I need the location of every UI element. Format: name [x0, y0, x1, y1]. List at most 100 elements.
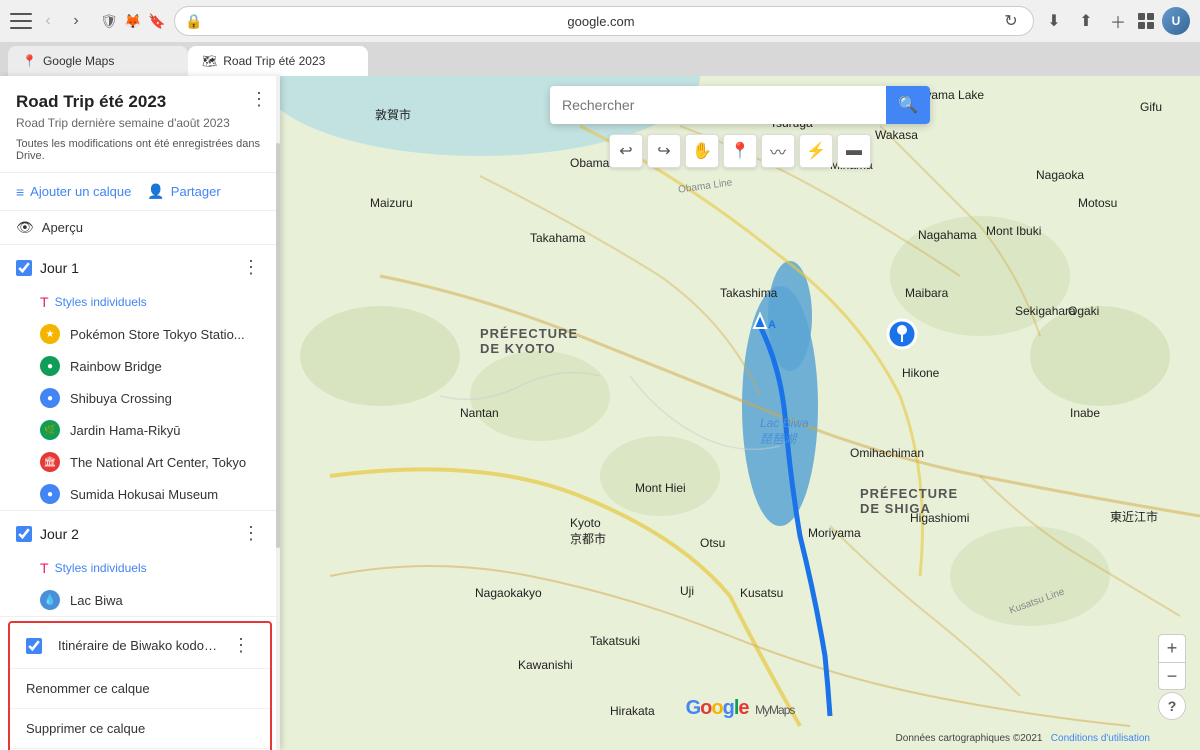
attribution-link[interactable]: Conditions d'utilisation [1051, 733, 1150, 744]
firefox-shield-icon: 🦊 [124, 12, 142, 30]
place-item-shibuya[interactable]: ● Shibuya Crossing [0, 382, 280, 414]
share-button[interactable]: ⬆ [1074, 9, 1098, 33]
context-menu-rename[interactable]: Renommer ce calque [10, 669, 270, 709]
layer-title-jour2: Jour 2 [40, 526, 238, 542]
browser-security-icons: 🛡 🦊 🔖 [100, 12, 166, 30]
context-menu-more-button[interactable]: ⋮ [228, 633, 254, 658]
redo-button[interactable]: ↪ [647, 134, 681, 168]
preview-button[interactable]: 👁 Aperçu [0, 211, 280, 245]
place-name-pokemon: Pokémon Store Tokyo Statio... [70, 327, 245, 342]
tab-favicon-2: 🗺 [202, 54, 217, 68]
address-bar[interactable]: 🔒 google.com ↻ [174, 6, 1034, 36]
place-name-national-art: The National Art Center, Tokyo [70, 455, 246, 470]
pan-tool-button[interactable]: ✋ [685, 134, 719, 168]
place-item-rainbow[interactable]: ● Rainbow Bridge [0, 350, 280, 382]
layer-more-button-jour2[interactable]: ⋮ [238, 521, 264, 546]
add-layer-button[interactable]: ≡ Ajouter un calque [16, 184, 131, 200]
styles-label-jour2: Styles individuels [55, 561, 147, 575]
marker-tool-button[interactable]: 📍 [723, 134, 757, 168]
place-name-shibuya: Shibuya Crossing [70, 391, 172, 406]
place-icon-lac-biwa: 💧 [40, 590, 60, 610]
place-icon-sumida: ● [40, 484, 60, 504]
download-button[interactable]: ⬇ [1042, 9, 1066, 33]
layer-checkbox-jour2[interactable] [16, 526, 32, 542]
map-search-bar: 🔍 [550, 86, 930, 124]
layer-header-jour2[interactable]: Jour 2 ⋮ [0, 511, 280, 556]
place-icon-hama: 🌿 [40, 420, 60, 440]
svg-text:A: A [768, 319, 776, 331]
browser-actions: ⬇ ⬆ ＋ U [1042, 7, 1190, 35]
shape-tool-button[interactable]: ⚡ [799, 134, 833, 168]
tab-title-1: Google Maps [43, 54, 174, 68]
place-item-pokemon[interactable]: ★ Pokémon Store Tokyo Statio... [0, 318, 280, 350]
place-name-lac-biwa: Lac Biwa [70, 593, 123, 608]
back-button[interactable]: ‹ [36, 9, 60, 33]
sidebar-header: Road Trip été 2023 Road Trip dernière se… [0, 76, 280, 173]
avatar[interactable]: U [1162, 7, 1190, 35]
layer-header-jour1[interactable]: Jour 1 ⋮ [0, 245, 280, 290]
context-menu-header: Itinéraire de Biwako kodomo-no k... ⋮ [10, 623, 270, 669]
address-text: google.com [203, 14, 999, 29]
browser-controls: ‹ › [10, 9, 88, 33]
context-menu-title: Itinéraire de Biwako kodomo-no k... [58, 638, 220, 653]
browser-chrome: ‹ › 🛡 🦊 🔖 🔒 google.com ↻ ⬇ ⬆ ＋ U 📍 Googl… [0, 0, 1200, 76]
tab-title-2: Road Trip été 2023 [223, 54, 354, 68]
sidebar-title: Road Trip été 2023 [16, 92, 264, 112]
tab-road-trip[interactable]: 🗺 Road Trip été 2023 [188, 46, 368, 76]
styles-label-jour1: Styles individuels [55, 295, 147, 309]
sidebar: Road Trip été 2023 Road Trip dernière se… [0, 76, 280, 750]
tabs-bar: 📍 Google Maps 🗺 Road Trip été 2023 [0, 42, 1200, 76]
layer-more-button-jour1[interactable]: ⋮ [238, 255, 264, 280]
place-name-hama: Jardin Hama-Rikyū [70, 423, 181, 438]
map-area[interactable]: A Tokuyama Lake Tsuruga Obama Maizuru Ta… [280, 76, 1200, 750]
add-layer-label: Ajouter un calque [30, 184, 131, 199]
zoom-in-button[interactable]: + [1158, 634, 1186, 662]
undo-button[interactable]: ↩ [609, 134, 643, 168]
map-nav-tools: ↩ ↪ ✋ 📍 〰 ⚡ ▬ [280, 134, 1200, 168]
layer-checkbox-jour1[interactable] [16, 260, 32, 276]
extension-icon: 🔖 [148, 12, 166, 30]
place-item-sumida[interactable]: ● Sumida Hokusai Museum [0, 478, 280, 510]
grid-icon[interactable] [1138, 13, 1154, 29]
place-item-lac-biwa[interactable]: 💧 Lac Biwa [0, 584, 280, 616]
map-search-input[interactable] [550, 97, 886, 113]
place-icon-rainbow: ● [40, 356, 60, 376]
styles-button-jour2[interactable]: T Styles individuels [0, 556, 280, 584]
layer-group-jour2: Jour 2 ⋮ T Styles individuels 💧 Lac Biwa [0, 511, 280, 617]
map-search-button[interactable]: 🔍 [886, 86, 930, 124]
sidebar-saved-text: Toutes les modifications ont été enregis… [16, 138, 264, 162]
tab-favicon-1: 📍 [22, 54, 37, 68]
place-item-hama[interactable]: 🌿 Jardin Hama-Rikyū [0, 414, 280, 446]
attribution-text: Données cartographiques ©2021 [896, 733, 1043, 744]
place-icon-pokemon: ★ [40, 324, 60, 344]
place-item-national-art[interactable]: 🏛 The National Art Center, Tokyo [0, 446, 280, 478]
preview-label: Aperçu [42, 220, 83, 235]
share-button[interactable]: 👤 Partager [147, 183, 220, 200]
tab-google-maps[interactable]: 📍 Google Maps [8, 46, 188, 76]
main-content: Road Trip été 2023 Road Trip dernière se… [0, 76, 1200, 750]
layer-title-jour1: Jour 1 [40, 260, 238, 276]
context-menu-container: Itinéraire de Biwako kodomo-no k... ⋮ Re… [8, 621, 272, 750]
new-tab-button[interactable]: ＋ [1106, 9, 1130, 33]
text-tool-button[interactable]: ▬ [837, 134, 871, 168]
lock-icon: 🔒 [185, 12, 203, 30]
zoom-out-button[interactable]: − [1158, 662, 1186, 690]
context-menu-delete[interactable]: Supprimer ce calque [10, 709, 270, 749]
refresh-button[interactable]: ↻ [999, 9, 1023, 33]
share-icon: 👤 [147, 183, 164, 200]
place-name-rainbow: Rainbow Bridge [70, 359, 162, 374]
sidebar-menu-button[interactable]: ⋮ [250, 90, 268, 108]
sidebar-subtitle: Road Trip dernière semaine d'août 2023 [16, 116, 264, 130]
browser-toolbar: ‹ › 🛡 🦊 🔖 🔒 google.com ↻ ⬇ ⬆ ＋ U [0, 0, 1200, 42]
context-menu-checkbox[interactable] [26, 638, 42, 654]
forward-button[interactable]: › [64, 9, 88, 33]
place-icon-national-art: 🏛 [40, 452, 60, 472]
styles-button-jour1[interactable]: T Styles individuels [0, 290, 280, 318]
sidebar-toggle-icon[interactable] [10, 13, 32, 29]
map-zoom-controls: + − [1158, 634, 1186, 690]
layer-group-jour1: Jour 1 ⋮ T Styles individuels ★ Pokémon … [0, 245, 280, 511]
line-tool-button[interactable]: 〰 [761, 134, 795, 168]
map-help-button[interactable]: ? [1158, 692, 1186, 720]
shield-icon: 🛡 [100, 12, 118, 30]
map-svg: A [280, 76, 1200, 750]
